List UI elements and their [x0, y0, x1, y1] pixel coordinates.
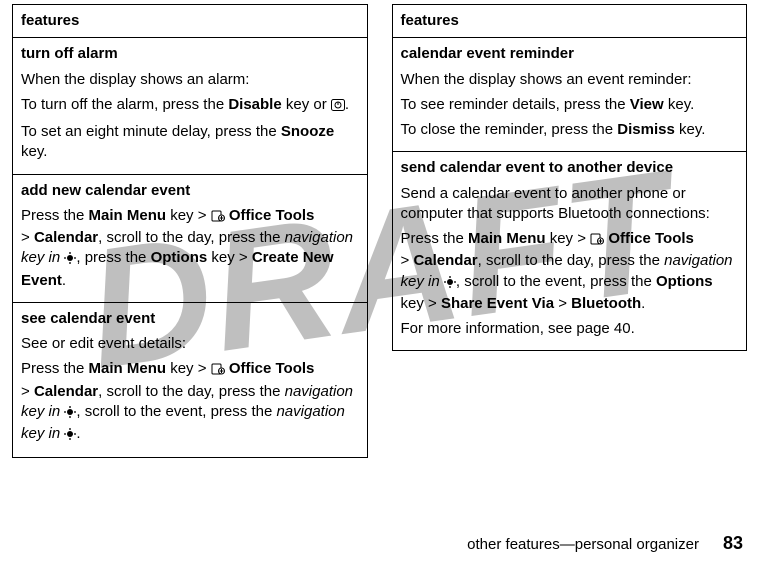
- office-tools-icon: [211, 208, 225, 228]
- text: key >: [166, 207, 211, 224]
- options-key-label: Options: [151, 249, 208, 266]
- text: .: [345, 96, 349, 113]
- text: key or: [282, 96, 331, 113]
- text: Press the: [401, 230, 469, 247]
- options-key-label: Options: [656, 273, 713, 290]
- table-cell-turn-off-alarm: turn off alarm When the display shows an…: [13, 38, 368, 174]
- center-key-icon: [444, 274, 456, 294]
- bluetooth-label: Bluetooth: [571, 295, 641, 312]
- cell-title: see calendar event: [21, 309, 359, 329]
- table-cell-add-event: add new calendar event Press the Main Me…: [13, 174, 368, 302]
- text: .: [76, 425, 80, 442]
- text: , scroll to the day, press the: [478, 252, 664, 269]
- office-tools-icon: [590, 231, 604, 251]
- paragraph: To turn off the alarm, press the Disable…: [21, 95, 359, 117]
- text: key.: [21, 143, 47, 160]
- features-table-right: features calendar event reminder When th…: [392, 4, 748, 351]
- page-number: 83: [723, 531, 743, 555]
- paragraph: When the display shows an alarm:: [21, 70, 359, 90]
- text: key >: [207, 249, 252, 266]
- main-menu-key-label: Main Menu: [89, 207, 167, 224]
- footer-section-title: other features—personal organizer: [467, 535, 699, 555]
- left-column: features turn off alarm When the display…: [12, 4, 368, 458]
- table-header: features: [13, 5, 368, 38]
- features-table-left: features turn off alarm When the display…: [12, 4, 368, 458]
- paragraph: To set an eight minute delay, press the …: [21, 122, 359, 163]
- table-cell-see-event: see calendar event See or edit event det…: [13, 302, 368, 458]
- table-cell-send-event: send calendar event to another device Se…: [392, 152, 747, 351]
- main-menu-key-label: Main Menu: [468, 230, 546, 247]
- text: .: [62, 272, 66, 289]
- table-header: features: [392, 5, 747, 38]
- office-tools-label: Office Tools: [229, 360, 315, 377]
- cell-title: add new calendar event: [21, 181, 359, 201]
- snooze-key-label: Snooze: [281, 123, 334, 140]
- text: , press the: [76, 249, 150, 266]
- paragraph: To close the reminder, press the Dismiss…: [401, 120, 739, 140]
- center-key-icon: [64, 426, 76, 446]
- text: To see reminder details, press the: [401, 96, 630, 113]
- office-tools-label: Office Tools: [608, 230, 694, 247]
- text: .: [641, 295, 645, 312]
- view-key-label: View: [630, 96, 664, 113]
- text: , scroll to the day, press the: [98, 383, 284, 400]
- table-cell-event-reminder: calendar event reminder When the display…: [392, 38, 747, 152]
- office-tools-icon: [211, 361, 225, 381]
- disable-key-label: Disable: [228, 96, 281, 113]
- page-footer: other features—personal organizer 83: [0, 531, 759, 555]
- text: , scroll to the event, press the: [76, 403, 276, 420]
- calendar-label: Calendar: [34, 383, 98, 400]
- center-key-icon: [64, 250, 76, 270]
- text: Press the: [21, 207, 89, 224]
- calendar-label: Calendar: [34, 229, 98, 246]
- paragraph: To see reminder details, press the View …: [401, 95, 739, 115]
- main-menu-key-label: Main Menu: [89, 360, 167, 377]
- text: , scroll to the event, press the: [456, 273, 656, 290]
- text: To turn off the alarm, press the: [21, 96, 228, 113]
- paragraph: When the display shows an event reminder…: [401, 70, 739, 90]
- text: key.: [664, 96, 695, 113]
- center-key-icon: [64, 404, 76, 424]
- paragraph: Press the Main Menu key > Office Tools >…: [401, 229, 739, 314]
- paragraph: Press the Main Menu key > Office Tools >…: [21, 206, 359, 291]
- text: To close the reminder, press the: [401, 121, 618, 138]
- text: Press the: [21, 360, 89, 377]
- calendar-label: Calendar: [413, 252, 477, 269]
- power-key-icon: [331, 97, 345, 117]
- office-tools-label: Office Tools: [229, 207, 315, 224]
- content-columns: features turn off alarm When the display…: [0, 0, 759, 458]
- dismiss-key-label: Dismiss: [617, 121, 675, 138]
- text: key >: [166, 360, 211, 377]
- paragraph: Send a calendar event to another phone o…: [401, 184, 739, 225]
- text: , scroll to the day, press the: [98, 229, 284, 246]
- cell-title: calendar event reminder: [401, 44, 739, 64]
- text: key >: [546, 230, 591, 247]
- text: To set an eight minute delay, press the: [21, 123, 281, 140]
- text: key.: [675, 121, 706, 138]
- paragraph: For more information, see page 40.: [401, 319, 739, 339]
- paragraph: Press the Main Menu key > Office Tools >…: [21, 359, 359, 446]
- cell-title: send calendar event to another device: [401, 158, 739, 178]
- cell-title: turn off alarm: [21, 44, 359, 64]
- share-event-via-label: Share Event Via: [441, 295, 554, 312]
- paragraph: See or edit event details:: [21, 334, 359, 354]
- text: key >: [401, 295, 441, 312]
- right-column: features calendar event reminder When th…: [392, 4, 748, 458]
